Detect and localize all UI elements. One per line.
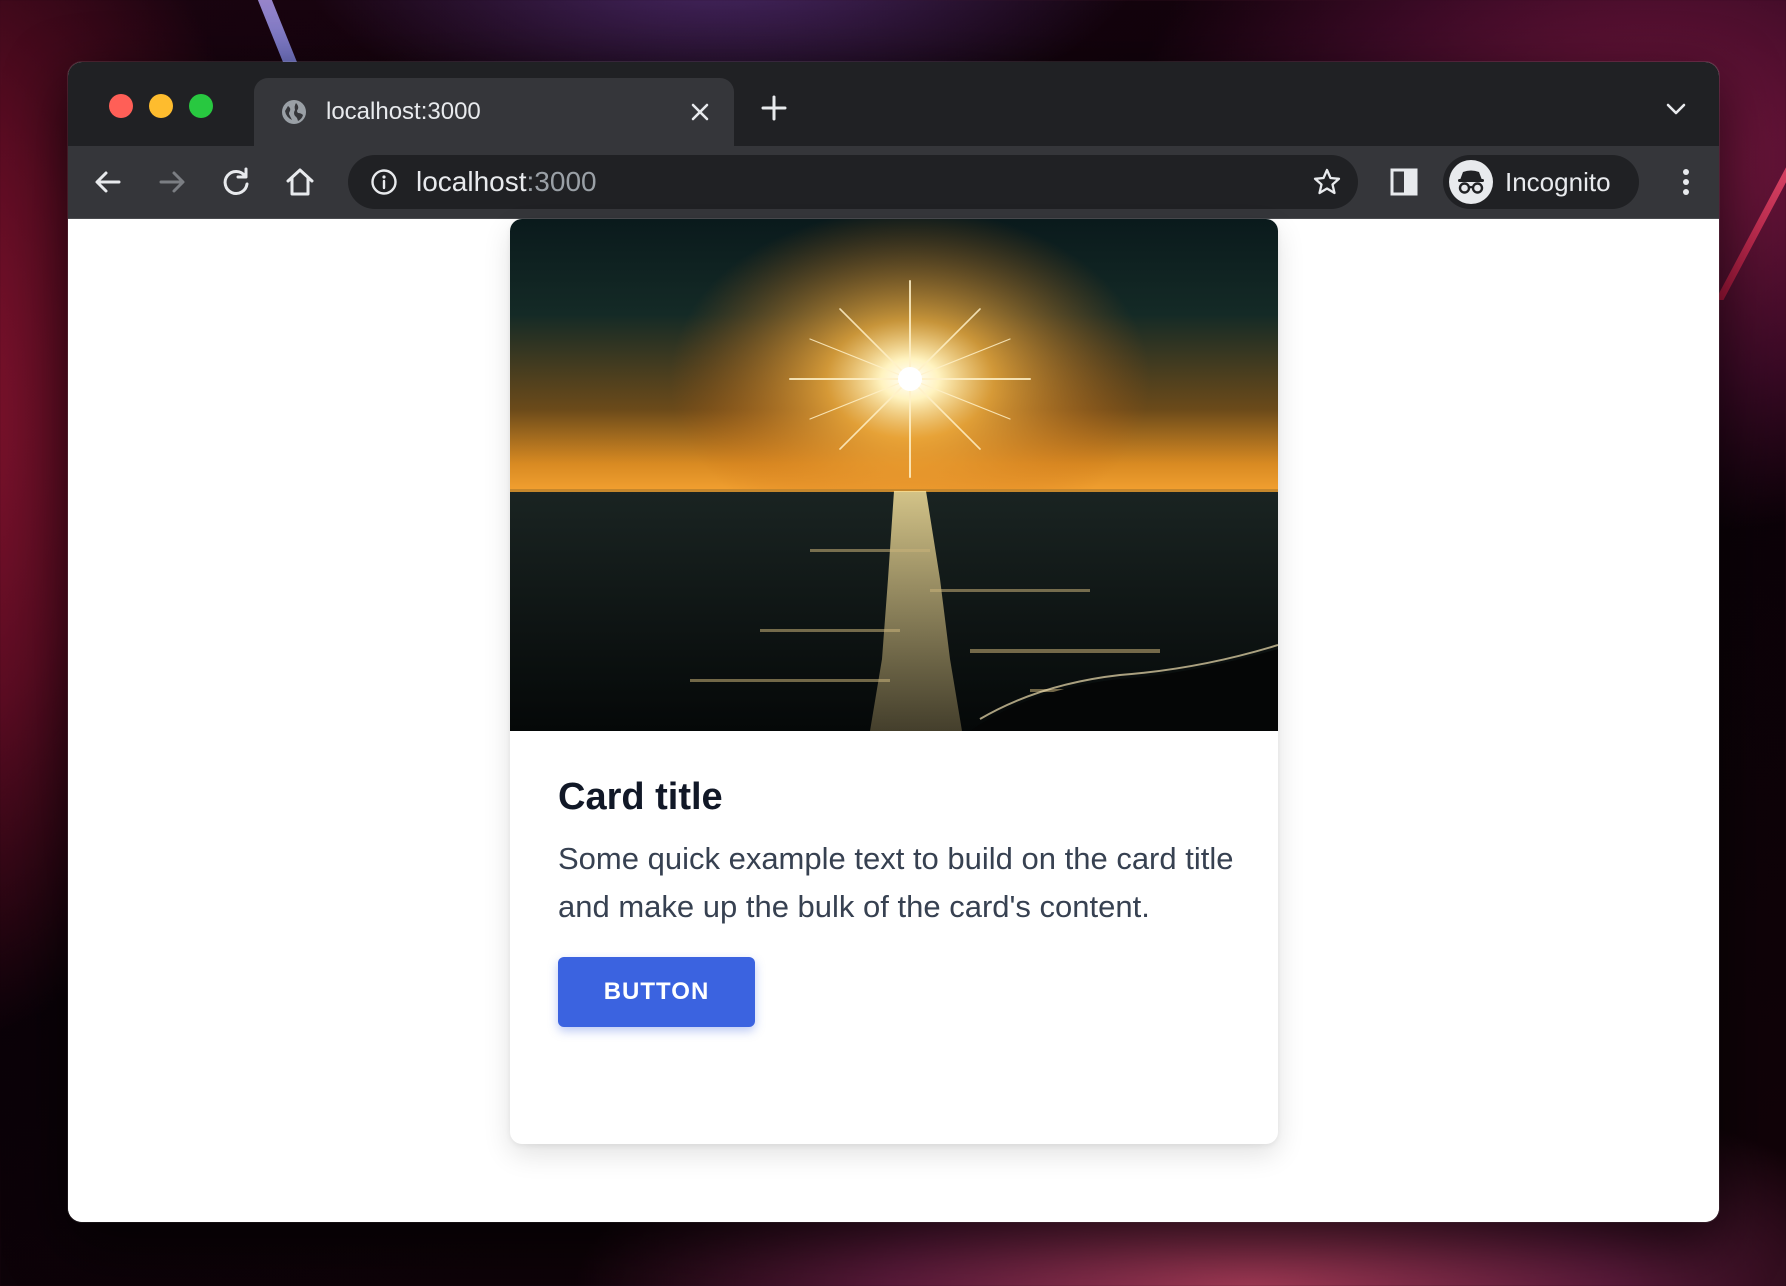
back-arrow-icon[interactable] <box>90 164 126 200</box>
tab-title: localhost:3000 <box>326 98 481 125</box>
url-port: :3000 <box>526 166 597 197</box>
profile-label: Incognito <box>1505 167 1611 197</box>
card-button[interactable]: BUTTON <box>558 957 755 1027</box>
star-icon[interactable] <box>1312 167 1342 197</box>
globe-icon <box>282 100 306 124</box>
info-icon[interactable] <box>370 168 398 196</box>
browser-toolbar: localhost:3000 Incognito <box>68 146 1719 219</box>
card-image-sunset <box>510 219 1278 731</box>
address-bar[interactable]: localhost:3000 <box>348 155 1358 209</box>
side-panel-icon[interactable] <box>1386 164 1422 200</box>
card-body: Card title Some quick example text to bu… <box>558 769 1238 1027</box>
page-content: Card title Some quick example text to bu… <box>68 219 1719 1222</box>
url-host: localhost <box>416 166 527 197</box>
incognito-icon <box>1458 170 1484 194</box>
card-title: Card title <box>558 776 723 818</box>
wallpaper-accent-right <box>1715 140 1786 300</box>
more-vert-icon[interactable] <box>1668 164 1704 200</box>
card: Card title Some quick example text to bu… <box>510 219 1278 1144</box>
browser-window: localhost:3000 localhost:3000 Incognito … <box>68 62 1719 1222</box>
close-window-button[interactable] <box>109 94 133 118</box>
close-icon[interactable] <box>686 98 714 126</box>
profile-button[interactable]: Incognito <box>1443 155 1639 209</box>
home-icon[interactable] <box>282 164 318 200</box>
reload-icon[interactable] <box>218 164 254 200</box>
forward-arrow-icon[interactable] <box>154 164 190 200</box>
tab-strip: localhost:3000 <box>68 62 1719 146</box>
minimize-window-button[interactable] <box>149 94 173 118</box>
url-text: localhost:3000 <box>416 166 597 198</box>
tab-active[interactable]: localhost:3000 <box>254 78 734 146</box>
plus-icon[interactable] <box>758 92 790 124</box>
avatar <box>1449 160 1493 204</box>
chevron-down-icon[interactable] <box>1663 96 1689 122</box>
card-text: Some quick example text to build on the … <box>558 841 1234 924</box>
maximize-window-button[interactable] <box>189 94 213 118</box>
